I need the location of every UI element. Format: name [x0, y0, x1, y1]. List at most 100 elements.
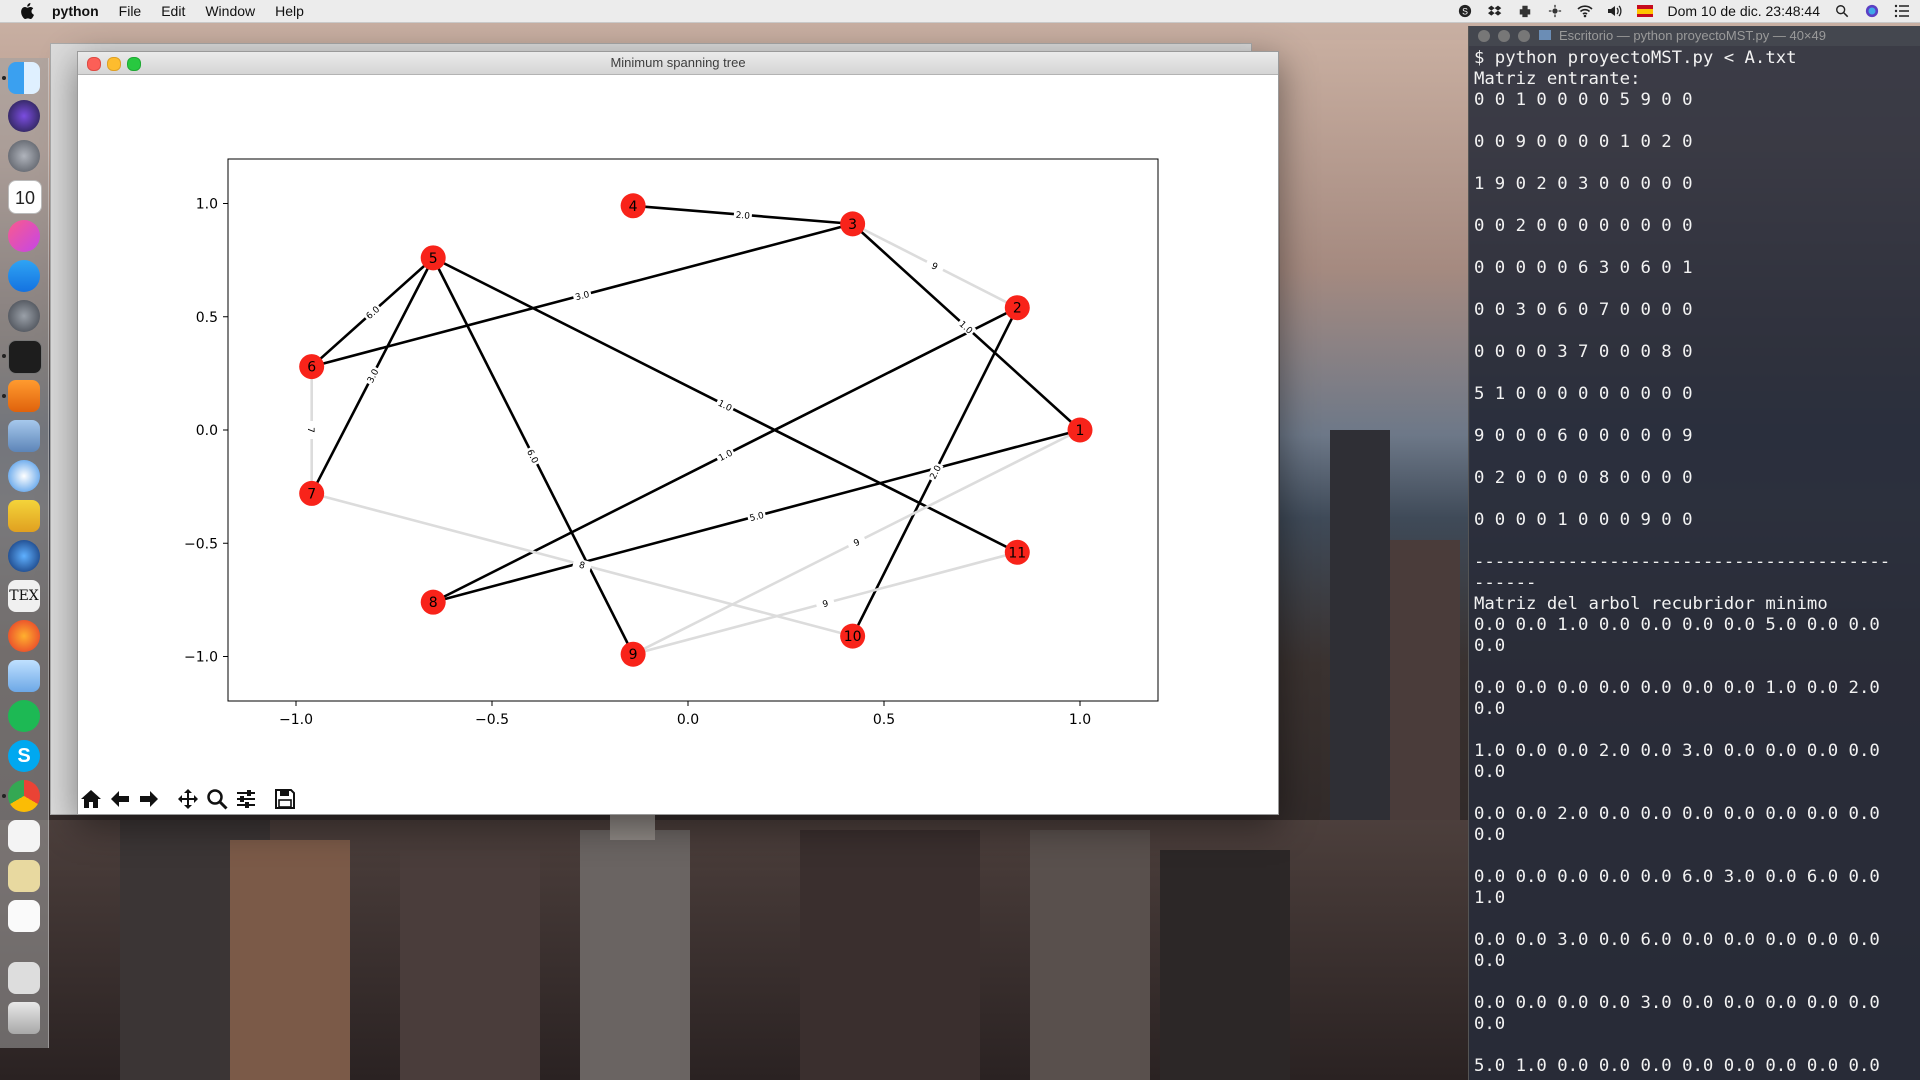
menu-edit[interactable]: Edit [161, 3, 185, 19]
notification-center-icon[interactable] [1894, 4, 1910, 18]
node-label: 5 [429, 251, 438, 267]
terminal-window: Escritorio — python proyectoMST.py — 40×… [1468, 26, 1920, 1080]
close-button[interactable] [87, 57, 101, 71]
python-launcher-icon[interactable] [8, 500, 40, 532]
zoom-button[interactable] [127, 57, 141, 71]
terminal-line: 0.0 0.0 0.0 0.0 0.0 0.0 0.0 1.0 0.0 2.0 [1474, 678, 1880, 698]
downloads-stack-icon[interactable] [8, 962, 40, 994]
terminal-line: 0.0 [1474, 699, 1506, 719]
terminal-output[interactable]: $ python proyectoMST.py < A.txt Matriz en… [1469, 46, 1920, 1077]
pan-button[interactable] [175, 786, 201, 812]
node-label: 7 [307, 486, 316, 502]
arrow-right-icon [140, 791, 158, 807]
blank-document-icon[interactable] [8, 900, 40, 932]
terminal-line: 1.0 0.0 0.0 2.0 0.0 3.0 0.0 0.0 0.0 0.0 [1474, 741, 1880, 761]
terminal-line: 0 0 3 0 6 0 7 0 0 0 0 [1474, 300, 1693, 320]
spotify-icon[interactable] [8, 700, 40, 732]
sliders-icon [237, 790, 255, 808]
plot-window: Minimum spanning tree −1.0 −0.5 0.0 0.5 1.0 1… [77, 51, 1279, 815]
node-label: 9 [629, 647, 638, 663]
terminal-line: 0 0 9 0 0 0 0 1 0 2 0 [1474, 132, 1693, 152]
y-tick-label: −1.0 [184, 650, 218, 666]
menu-file[interactable]: File [119, 3, 142, 19]
terminal-close-button[interactable] [1478, 30, 1490, 42]
document-icon[interactable] [8, 820, 40, 852]
siri-icon[interactable] [1864, 4, 1880, 18]
terminal-line: 0 0 0 0 1 0 0 0 9 0 0 [1474, 510, 1693, 530]
menu-help[interactable]: Help [275, 3, 304, 19]
input-flag-icon[interactable] [1637, 4, 1654, 18]
launchpad-icon[interactable] [8, 140, 40, 172]
finder-icon[interactable] [8, 62, 40, 94]
window-title-bar[interactable]: Minimum spanning tree [78, 52, 1278, 75]
extension-icon[interactable] [1517, 4, 1533, 18]
menu-window[interactable]: Window [205, 3, 255, 19]
edge-weight-label: 7 [305, 427, 315, 433]
menubar-clock[interactable]: Dom 10 de dic. 23:48:44 [1667, 3, 1820, 19]
terminal-line: 0 0 0 0 0 6 3 0 6 0 1 [1474, 258, 1693, 278]
minimize-button[interactable] [107, 57, 121, 71]
quicktime-icon[interactable] [8, 540, 40, 572]
preview-icon[interactable] [8, 420, 40, 452]
trash-icon[interactable] [8, 1002, 40, 1034]
terminal-line: 5 1 0 0 0 0 0 0 0 0 0 [1474, 384, 1693, 404]
svg-text:S: S [1463, 7, 1469, 17]
firefox-icon[interactable] [8, 620, 40, 652]
terminal-zoom-button[interactable] [1518, 30, 1530, 42]
spotlight-search-icon[interactable] [1834, 4, 1850, 18]
zoom-rect-button[interactable] [204, 786, 230, 812]
plot-axes-frame [227, 158, 1159, 702]
y-tick-label: 1.0 [196, 197, 218, 213]
safari-icon[interactable] [8, 460, 40, 492]
flux-icon[interactable] [1547, 4, 1563, 18]
chrome-icon[interactable] [8, 780, 40, 812]
system-preferences-icon[interactable] [8, 300, 40, 332]
virtualbox-icon[interactable] [8, 660, 40, 692]
terminal-line: 0.0 [1474, 1014, 1506, 1034]
terminal-title-bar[interactable]: Escritorio — python proyectoMST.py — 40×… [1469, 26, 1920, 46]
x-tick-label: −0.5 [475, 712, 509, 728]
terminal-icon[interactable] [8, 340, 42, 374]
calendar-icon[interactable]: 10 [8, 180, 42, 214]
forward-button[interactable] [136, 786, 162, 812]
menu-bar: python File Edit Window Help S Dom 10 de… [0, 0, 1920, 23]
siri-dock-icon[interactable] [8, 100, 40, 132]
save-figure-button[interactable] [272, 786, 298, 812]
home-button[interactable] [78, 786, 104, 812]
itunes-icon[interactable] [8, 220, 40, 252]
dropbox-icon[interactable] [1487, 4, 1503, 18]
volume-icon[interactable] [1607, 4, 1623, 18]
terminal-title: Escritorio — python proyectoMST.py — 40×… [1559, 28, 1826, 43]
running-indicator [2, 394, 6, 398]
terminal-line: 0 0 1 0 0 0 0 5 9 0 0 [1474, 90, 1693, 110]
sublime-text-icon[interactable] [8, 380, 40, 412]
terminal-minimize-button[interactable] [1498, 30, 1510, 42]
back-button[interactable] [107, 786, 133, 812]
configure-subplots-button[interactable] [233, 786, 259, 812]
menu-app-name[interactable]: python [52, 3, 99, 19]
apple-menu-icon[interactable] [20, 3, 34, 19]
node-label: 10 [844, 629, 862, 645]
skype-icon[interactable]: S [8, 740, 40, 772]
y-tick-label: 0.5 [196, 310, 218, 326]
move-icon [178, 789, 198, 809]
node-label: 4 [629, 199, 638, 215]
wifi-icon[interactable] [1577, 4, 1594, 18]
x-tick-label: 1.0 [1069, 712, 1091, 728]
app-store-icon[interactable] [8, 260, 40, 292]
terminal-line: ---------------------------------------- [1474, 552, 1891, 572]
terminal-line: 0 0 2 0 0 0 0 0 0 0 0 [1474, 216, 1693, 236]
skype-status-icon[interactable]: S [1457, 4, 1473, 18]
terminal-line: 0.0 0.0 3.0 0.0 6.0 0.0 0.0 0.0 0.0 0.0 [1474, 930, 1880, 950]
tex-icon[interactable]: TEX [8, 580, 40, 612]
notes-document-icon[interactable] [8, 860, 40, 892]
